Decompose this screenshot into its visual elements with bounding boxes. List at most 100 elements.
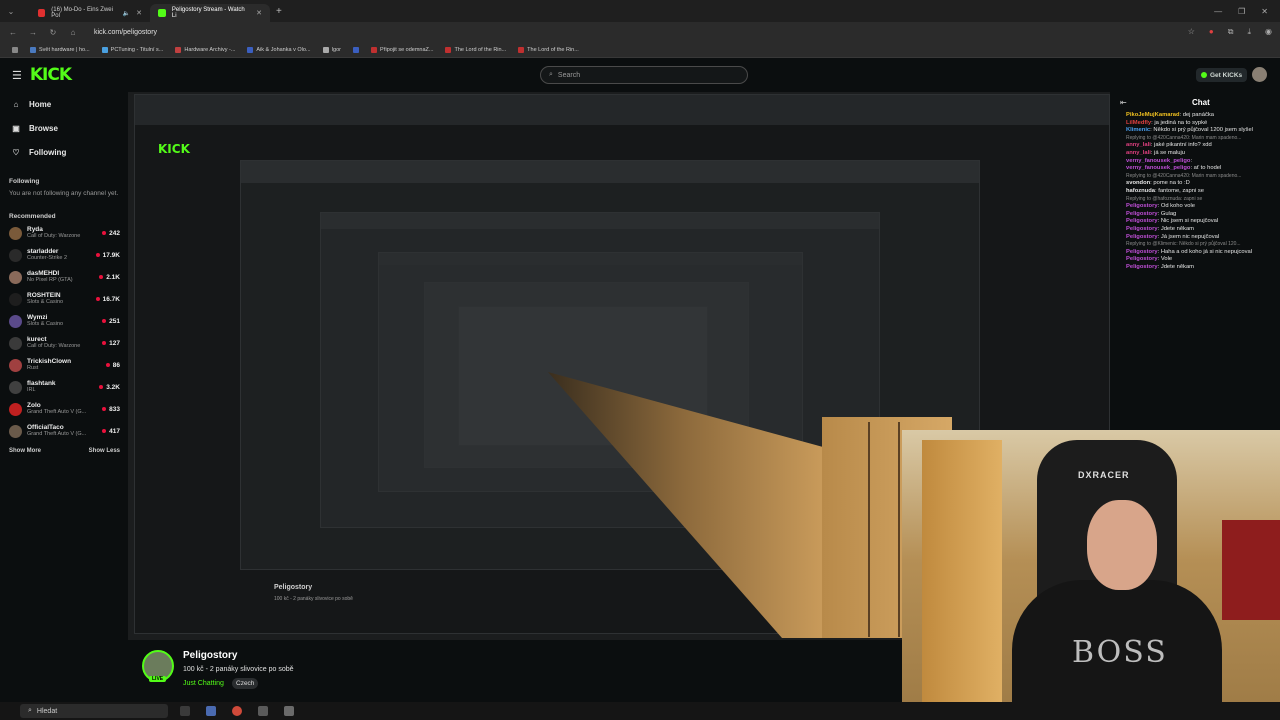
new-tab-icon[interactable]: + xyxy=(276,6,282,17)
chat-username[interactable]: verny_fanousek_peligo xyxy=(1126,158,1190,164)
extension-icon[interactable]: ● xyxy=(1209,27,1214,37)
chrome-icon[interactable] xyxy=(232,706,242,716)
live-badge: LIVE xyxy=(149,676,167,682)
search-placeholder: Search xyxy=(557,71,581,79)
channel-text: OfficialTaco Grand Theft Auto V (G... xyxy=(27,424,86,438)
chat-username[interactable]: Peligostory xyxy=(1126,249,1158,255)
profile-icon[interactable]: ◉ xyxy=(1265,27,1272,37)
channel-name: Zolo xyxy=(27,402,41,409)
recommended-channel[interactable]: Zolo Grand Theft Auto V (G... 833 xyxy=(0,398,128,420)
bookmark-apps-icon[interactable] xyxy=(12,46,18,53)
bookmark-item[interactable]: Hardware Archivy -... xyxy=(175,46,235,53)
bookmark-item[interactable]: Svět hardware | ho... xyxy=(30,46,90,53)
recommended-channel[interactable]: Wymzi Slots & Casino 251 xyxy=(0,310,128,332)
puzzle-icon[interactable]: ⧉ xyxy=(1228,27,1234,37)
bookmark-item[interactable]: The Lord of the Rin... xyxy=(445,46,506,53)
nav-following[interactable]: ♡ Following xyxy=(0,140,128,164)
language-tag[interactable]: Czech xyxy=(232,678,259,689)
tab-kick[interactable]: Peligostory Stream - Watch Li ✕ xyxy=(150,4,270,22)
recommended-channel[interactable]: flashtank IRL 3.2K xyxy=(0,376,128,398)
chat-username[interactable]: LilMedfly xyxy=(1126,120,1151,126)
show-less-button[interactable]: Show Less xyxy=(89,448,120,454)
viewer-count: 833 xyxy=(102,406,120,413)
recommended-channel[interactable]: OfficialTaco Grand Theft Auto V (G... 417 xyxy=(0,420,128,442)
chat-username[interactable]: hafoznuda xyxy=(1126,188,1155,194)
menu-icon[interactable]: ☰ xyxy=(12,69,22,82)
nav-browse[interactable]: ▣ Browse xyxy=(0,116,128,140)
chat-username[interactable]: verny_fanousek_peligo xyxy=(1126,165,1190,171)
tab-search-icon[interactable]: ⌄ xyxy=(6,7,16,16)
chat-username[interactable]: Peligostory xyxy=(1126,234,1158,240)
channel-text: kurect Call of Duty: Warzone xyxy=(27,336,80,350)
chat-username[interactable]: Peligostory xyxy=(1126,203,1158,209)
app-icon[interactable] xyxy=(180,706,190,716)
app-icon[interactable] xyxy=(206,706,216,716)
back-icon[interactable]: ← xyxy=(8,28,18,37)
recommended-channel[interactable]: TrickishClown Rust 86 xyxy=(0,354,128,376)
app-icon[interactable] xyxy=(258,706,268,716)
recommended-channel[interactable]: Ryda Call of Duty: Warzone 242 xyxy=(0,222,128,244)
chat-message: Peligostory: Jdete někam xyxy=(1110,264,1280,272)
collapse-chat-icon[interactable]: ⇤ xyxy=(1120,98,1127,107)
channel-game: No Pixel RP (GTA) xyxy=(27,277,73,283)
sidebar: ⌂ Home ▣ Browse ♡ Following Following Yo… xyxy=(0,92,128,702)
chat-panel: ⇤ Chat PikoJeMujKamarad: dej panáčka LilM… xyxy=(1110,92,1280,430)
following-empty-note: You are not following any channel yet. xyxy=(9,190,119,197)
chat-username[interactable]: Peligostory xyxy=(1126,226,1158,232)
chat-username[interactable]: Peligostory xyxy=(1126,264,1158,270)
get-kicks-button[interactable]: Get KICKs xyxy=(1196,68,1248,82)
stream-category[interactable]: Just Chatting xyxy=(183,680,224,687)
bookmark-facebook-icon[interactable] xyxy=(352,46,359,53)
heart-icon: ♡ xyxy=(12,147,20,157)
chat-username[interactable]: PikoJeMujKamarad xyxy=(1126,112,1179,118)
close-window-icon[interactable]: ✕ xyxy=(1261,7,1268,16)
chat-username[interactable]: Klimenic xyxy=(1126,127,1150,133)
live-dot-icon xyxy=(95,297,100,301)
app-icon[interactable] xyxy=(284,706,294,716)
close-tab-icon[interactable]: ✕ xyxy=(256,9,262,17)
chat-username[interactable]: svondon xyxy=(1126,180,1150,186)
close-tab-icon[interactable]: ✕ xyxy=(136,9,142,17)
bookmark-item[interactable]: Připojit se odemnaZ... xyxy=(370,46,433,53)
user-avatar[interactable] xyxy=(1252,67,1267,82)
reload-icon[interactable]: ↻ xyxy=(48,28,58,37)
maximize-icon[interactable]: ❐ xyxy=(1238,7,1245,16)
toolbar-right: ☆ ● ⧉ ⤓ ◉ xyxy=(1188,27,1272,37)
recommended-channel[interactable]: kurect Call of Duty: Warzone 127 xyxy=(0,332,128,354)
chat-username[interactable]: anny_lali xyxy=(1126,150,1151,156)
chat-message: anny_lali: jaké pikantní info? xdd xyxy=(1110,142,1280,150)
minimize-icon[interactable]: — xyxy=(1214,7,1222,16)
recommended-channel[interactable]: dasMEHDI No Pixel RP (GTA) 2.1K xyxy=(0,266,128,288)
bookmark-folder[interactable]: Igor xyxy=(322,46,341,53)
nav-home[interactable]: ⌂ Home xyxy=(0,92,128,116)
recommended-channel[interactable]: starladder Counter-Strike 2 17.9K xyxy=(0,244,128,266)
door-edge xyxy=(898,422,900,637)
chat-message: PikoJeMujKamarad: dej panáčka xyxy=(1110,112,1280,120)
recommended-channel[interactable]: ROSHTEIN Slots & Casino 16.7K xyxy=(0,288,128,310)
star-icon[interactable]: ☆ xyxy=(1188,27,1195,37)
bookmark-item[interactable]: The Lord of the Rin... xyxy=(518,46,579,53)
taskbar-search[interactable]: ⌕ Hledat xyxy=(20,704,168,718)
channel-name: kurect xyxy=(27,336,47,343)
download-icon[interactable]: ⤓ xyxy=(1247,27,1251,37)
channel-text: TrickishClown Rust xyxy=(27,358,71,372)
url-field[interactable]: kick.com/peligostory xyxy=(94,29,157,36)
search-input[interactable]: ⌕ Search xyxy=(540,66,748,84)
chat-text: dej panáčka xyxy=(1182,112,1214,118)
show-more-button[interactable]: Show More xyxy=(9,448,41,454)
chat-username[interactable]: Peligostory xyxy=(1126,218,1158,224)
red-chair-image xyxy=(1222,520,1280,620)
kick-logo[interactable]: KICK xyxy=(30,65,72,85)
bookmark-item[interactable]: PCTuning - Titulní s... xyxy=(101,46,163,53)
chat-reply-context: Replying to @Klimenic: Někdo si prý půjč… xyxy=(1110,241,1280,249)
bookmark-item[interactable]: Aik & Johanka v Olo... xyxy=(247,46,311,53)
channel-name: TrickishClown xyxy=(27,358,72,365)
forward-icon[interactable]: → xyxy=(28,28,38,37)
chat-username[interactable]: Peligostory xyxy=(1126,211,1158,217)
chat-message: Peligostory: Haha a od koho já si nic ne… xyxy=(1110,249,1280,257)
channel-name[interactable]: Peligostory xyxy=(183,650,237,661)
chat-username[interactable]: anny_lali xyxy=(1126,142,1151,148)
home-browser-icon[interactable]: ⌂ xyxy=(68,28,78,37)
chat-username[interactable]: Peligostory xyxy=(1126,256,1158,262)
tab-youtube[interactable]: (16) Mo-Do - Eins Zwei Pol 🔈 ✕ xyxy=(30,4,150,22)
